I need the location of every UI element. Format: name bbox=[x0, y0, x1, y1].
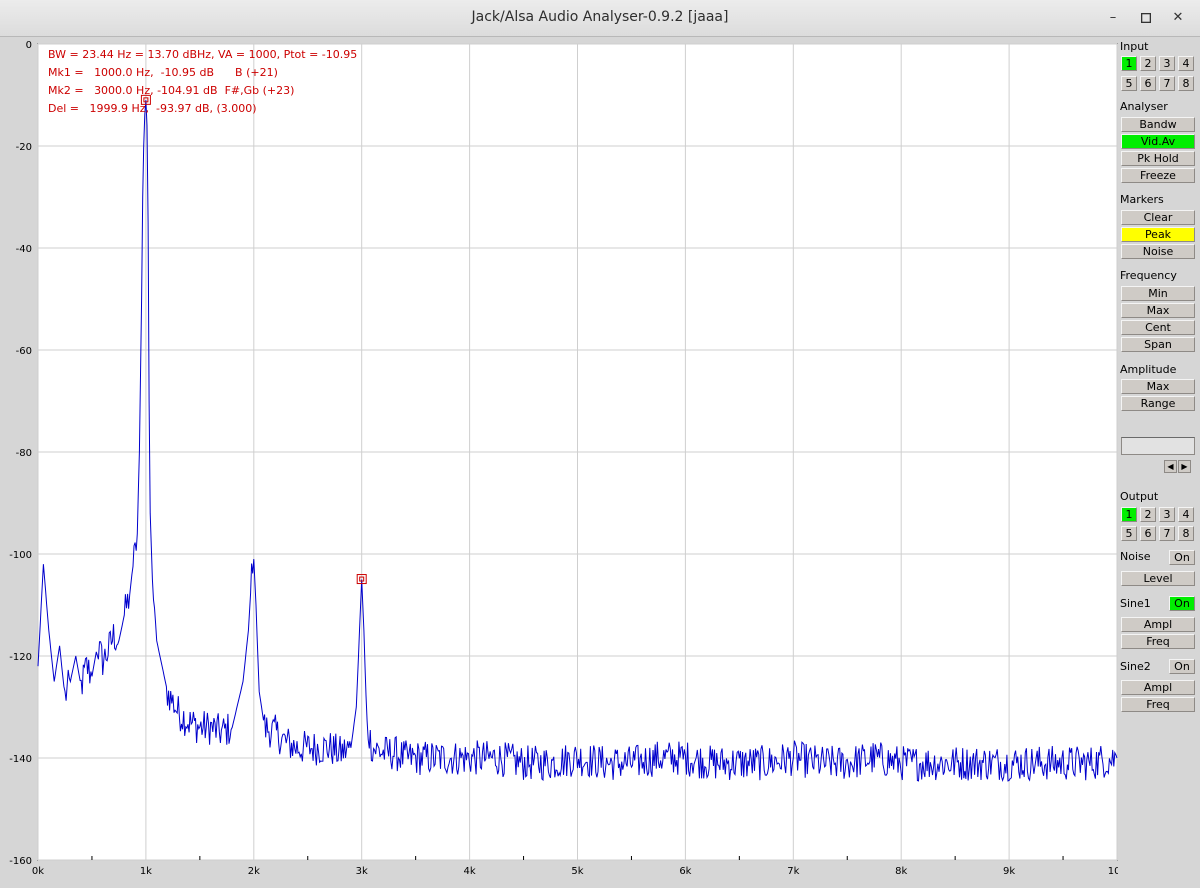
control-panel: Input 1 2 3 4 5 6 7 8 Analyser Bandw Vid… bbox=[1118, 37, 1200, 888]
markers-peak-button[interactable]: Peak bbox=[1121, 227, 1195, 242]
x-tick-label: 2k bbox=[248, 866, 260, 877]
maximize-icon[interactable] bbox=[1136, 8, 1156, 28]
bandwidth-button[interactable]: Bandw bbox=[1121, 117, 1195, 132]
noise-level-button[interactable]: Level bbox=[1121, 571, 1195, 586]
window-title: Jack/Alsa Audio Analyser-0.9.2 [jaaa] bbox=[471, 9, 729, 25]
sine2-label: Sine2 bbox=[1120, 660, 1151, 673]
readout-bandwidth: BW = 23.44 Hz = 13.70 dBHz, VA = 1000, P… bbox=[48, 48, 357, 61]
y-tick-label: -120 bbox=[9, 652, 32, 663]
input-channel-8[interactable]: 8 bbox=[1178, 76, 1194, 91]
sine1-amplitude-button[interactable]: Ampl bbox=[1121, 617, 1195, 632]
input-channel-6[interactable]: 6 bbox=[1140, 76, 1156, 91]
y-tick-label: -140 bbox=[9, 754, 32, 765]
minimize-icon[interactable]: – bbox=[1103, 8, 1123, 28]
output-channel-5[interactable]: 5 bbox=[1121, 526, 1137, 541]
y-tick-label: -100 bbox=[9, 550, 32, 561]
output-label: Output bbox=[1120, 490, 1159, 503]
sine2-on-toggle[interactable]: On bbox=[1169, 659, 1195, 674]
markers-noise-button[interactable]: Noise bbox=[1121, 244, 1195, 259]
frequency-span-button[interactable]: Span bbox=[1121, 337, 1195, 352]
x-tick-label: 10k bbox=[1108, 866, 1118, 877]
frequency-label: Frequency bbox=[1120, 269, 1177, 282]
output-channel-8[interactable]: 8 bbox=[1178, 526, 1194, 541]
markers-label: Markers bbox=[1120, 193, 1164, 206]
x-tick-label: 4k bbox=[464, 866, 476, 877]
close-icon[interactable]: ✕ bbox=[1168, 8, 1188, 28]
noise-label: Noise bbox=[1120, 550, 1151, 563]
y-tick-label: -40 bbox=[16, 244, 32, 255]
readout-marker2: Mk2 = 3000.0 Hz, -104.91 dB F#,Gb (+23) bbox=[48, 84, 294, 97]
y-tick-label: -20 bbox=[16, 142, 32, 153]
value-slider[interactable] bbox=[1121, 437, 1195, 455]
input-channel-7[interactable]: 7 bbox=[1159, 76, 1175, 91]
output-channel-2[interactable]: 2 bbox=[1140, 507, 1156, 522]
input-channel-2[interactable]: 2 bbox=[1140, 56, 1156, 71]
x-tick-label: 1k bbox=[140, 866, 152, 877]
output-channel-6[interactable]: 6 bbox=[1140, 526, 1156, 541]
output-channel-3[interactable]: 3 bbox=[1159, 507, 1175, 522]
sine2-amplitude-button[interactable]: Ampl bbox=[1121, 680, 1195, 695]
x-tick-label: 3k bbox=[356, 866, 368, 877]
frequency-max-button[interactable]: Max bbox=[1121, 303, 1195, 318]
arrow-right-icon[interactable]: ▶ bbox=[1178, 460, 1191, 473]
analyser-label: Analyser bbox=[1120, 100, 1168, 113]
sine1-frequency-button[interactable]: Freq bbox=[1121, 634, 1195, 649]
amplitude-range-button[interactable]: Range bbox=[1121, 396, 1195, 411]
markers-clear-button[interactable]: Clear bbox=[1121, 210, 1195, 225]
peak-hold-button[interactable]: Pk Hold bbox=[1121, 151, 1195, 166]
input-label: Input bbox=[1120, 40, 1149, 53]
video-average-button[interactable]: Vid.Av bbox=[1121, 134, 1195, 149]
y-tick-label: -160 bbox=[9, 856, 32, 867]
input-channel-5[interactable]: 5 bbox=[1121, 76, 1137, 91]
x-tick-label: 7k bbox=[787, 866, 799, 877]
readout-delta: Del = 1999.9 Hz, -93.97 dB, (3.000) bbox=[48, 102, 257, 115]
amplitude-max-button[interactable]: Max bbox=[1121, 379, 1195, 394]
amplitude-label: Amplitude bbox=[1120, 363, 1177, 376]
title-bar: Jack/Alsa Audio Analyser-0.9.2 [jaaa] – … bbox=[0, 0, 1200, 37]
y-tick-label: -60 bbox=[16, 346, 32, 357]
y-tick-label: 0 bbox=[26, 40, 32, 51]
frequency-min-button[interactable]: Min bbox=[1121, 286, 1195, 301]
sine2-frequency-button[interactable]: Freq bbox=[1121, 697, 1195, 712]
input-channel-4[interactable]: 4 bbox=[1178, 56, 1194, 71]
spectrum-plot[interactable]: 0 -20 -40 -60 -80 -100 -120 -140 -160 0k 1k 2k 3k 4k… bbox=[0, 37, 1118, 888]
y-axis: 0 -20 -40 -60 -80 -100 -120 -140 -160 bbox=[9, 40, 32, 867]
output-channel-7[interactable]: 7 bbox=[1159, 526, 1175, 541]
output-channel-1[interactable]: 1 bbox=[1121, 507, 1137, 522]
input-channel-1[interactable]: 1 bbox=[1121, 56, 1137, 71]
freeze-button[interactable]: Freeze bbox=[1121, 168, 1195, 183]
frequency-center-button[interactable]: Cent bbox=[1121, 320, 1195, 335]
x-tick-label: 5k bbox=[571, 866, 583, 877]
y-tick-label: -80 bbox=[16, 448, 32, 459]
sine1-on-toggle[interactable]: On bbox=[1169, 596, 1195, 611]
x-tick-label: 9k bbox=[1003, 866, 1015, 877]
output-channel-4[interactable]: 4 bbox=[1178, 507, 1194, 522]
noise-on-toggle[interactable]: On bbox=[1169, 550, 1195, 565]
readout-marker1: Mk1 = 1000.0 Hz, -10.95 dB B (+21) bbox=[48, 66, 278, 79]
main-area: 0 -20 -40 -60 -80 -100 -120 -140 -160 0k 1k 2k 3k 4k… bbox=[0, 37, 1200, 888]
x-tick-label: 6k bbox=[679, 866, 691, 877]
sine1-label: Sine1 bbox=[1120, 597, 1151, 610]
arrow-left-icon[interactable]: ◀ bbox=[1164, 460, 1177, 473]
x-tick-label: 0k bbox=[32, 866, 44, 877]
input-channel-3[interactable]: 3 bbox=[1159, 56, 1175, 71]
x-tick-label: 8k bbox=[895, 866, 907, 877]
